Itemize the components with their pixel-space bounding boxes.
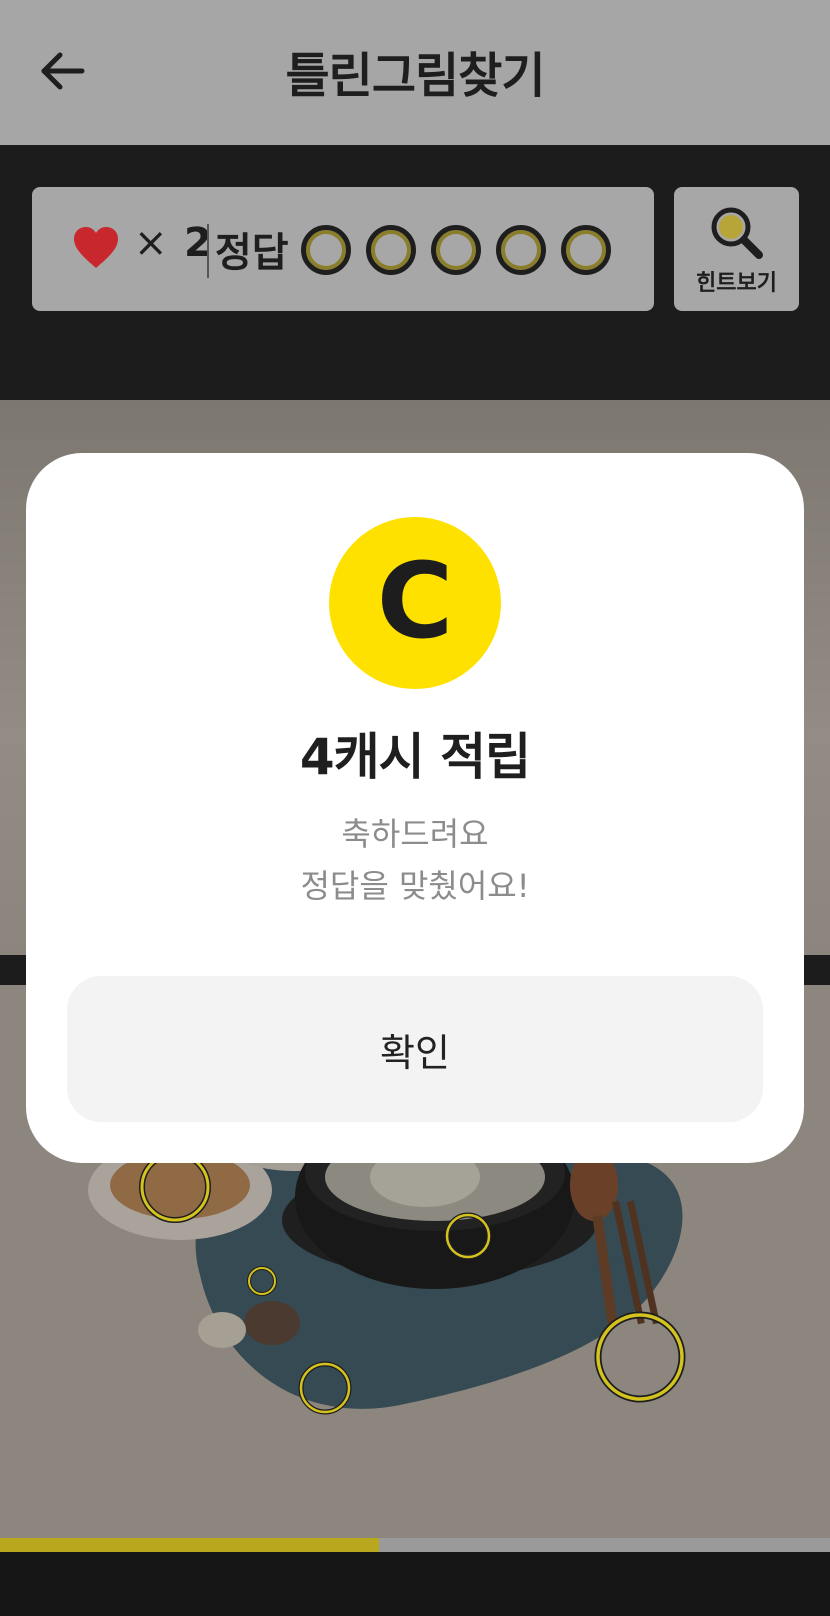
answer-slot-3	[431, 225, 481, 275]
heart-icon	[74, 227, 118, 268]
answer-slot-1	[301, 225, 351, 275]
confirm-button[interactable]: 확인	[67, 976, 763, 1122]
magnifier-icon	[711, 207, 763, 259]
bottom-bar	[0, 1552, 830, 1616]
progress-bar	[0, 1538, 830, 1552]
page-title: 틀린그림찾기	[285, 48, 546, 104]
multiply-sign: ×	[134, 220, 168, 266]
reward-dialog: C 4캐시 적립 축하드려요 정답을 맞췄어요! 확인	[26, 453, 804, 1163]
coin-letter: C	[377, 540, 453, 662]
dialog-message-line-2: 정답을 맞췄어요!	[300, 867, 530, 905]
answer-slot-2	[366, 225, 416, 275]
answer-slot-5	[561, 225, 611, 275]
confirm-label: 확인	[380, 1030, 450, 1075]
dialog-title: 4캐시 적립	[299, 728, 531, 786]
app-header: 틀린그림찾기	[0, 0, 830, 145]
progress-fill	[0, 1538, 380, 1552]
dialog-message-line-1: 축하드려요	[341, 815, 489, 853]
answer-slot-4	[496, 225, 546, 275]
text-caret	[207, 224, 209, 278]
answer-label: 정답	[215, 230, 289, 276]
cash-coin-icon: C	[329, 517, 501, 689]
hint-button[interactable]: 힌트보기	[674, 187, 799, 311]
hint-label: 힌트보기	[696, 271, 777, 296]
